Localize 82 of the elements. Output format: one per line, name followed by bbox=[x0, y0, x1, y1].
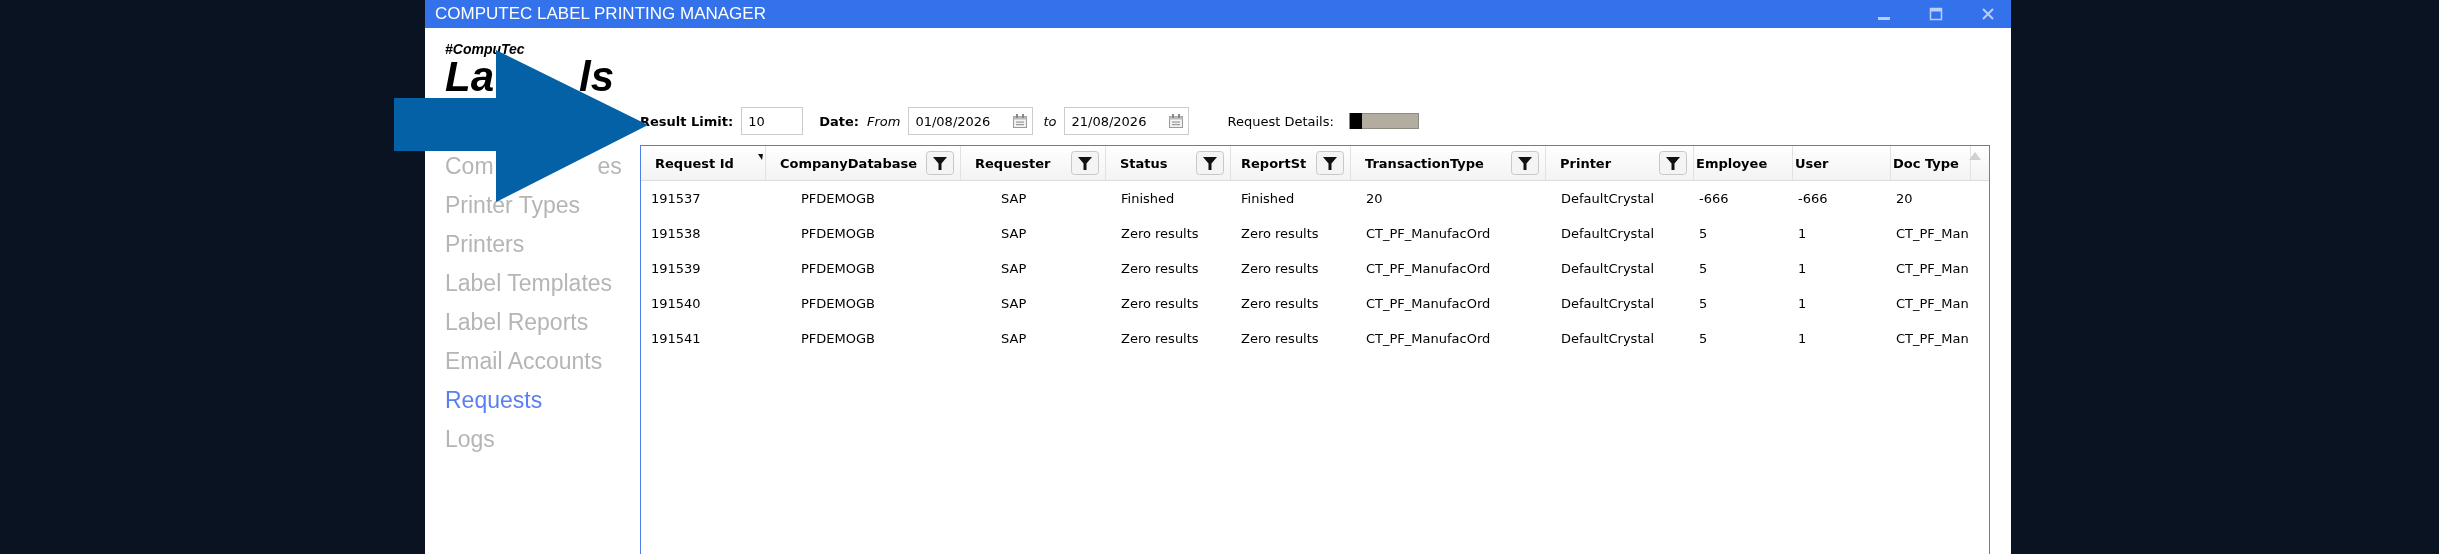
calendar-icon[interactable] bbox=[1168, 113, 1185, 129]
table-cell-text: PFDEMOGB bbox=[800, 226, 876, 241]
table-cell-text: Finished bbox=[1240, 191, 1296, 206]
filter-icon[interactable] bbox=[1511, 151, 1539, 175]
table-cell-text: 191539 bbox=[650, 261, 702, 276]
table-cell-text: CT_PF_ManufacOrd bbox=[1365, 296, 1492, 311]
table-cell-text: Zero results bbox=[1240, 331, 1320, 346]
table-cell-text: PFDEMOGB bbox=[800, 331, 876, 346]
table-cell-text: SAP bbox=[1000, 191, 1028, 206]
table-cell-text: -666 bbox=[1797, 191, 1829, 206]
table-cell-text: 191541 bbox=[650, 331, 702, 346]
column-header[interactable]: User bbox=[1793, 146, 1891, 180]
table-cell-text: DefaultCrystal bbox=[1560, 191, 1656, 206]
to-label: to bbox=[1043, 113, 1057, 129]
table-cell-text: DefaultCrystal bbox=[1560, 331, 1656, 346]
table-cell-text: CT_PF_Man bbox=[1895, 331, 1970, 346]
column-header[interactable]: CompanyDatabase bbox=[766, 146, 961, 180]
close-icon[interactable] bbox=[1981, 7, 1995, 21]
logo-title-end: ls bbox=[579, 57, 615, 97]
table-cell-text: 5 bbox=[1698, 261, 1709, 276]
filter-icon[interactable] bbox=[1316, 151, 1344, 175]
table-cell-text: 191540 bbox=[650, 296, 702, 311]
filter-icon[interactable] bbox=[1196, 151, 1224, 175]
request-details-label: Request Details: bbox=[1227, 113, 1334, 129]
column-header[interactable]: TransactionType bbox=[1351, 146, 1546, 180]
table-cell-text: SAP bbox=[1000, 226, 1028, 241]
table-cell-text: CT_PF_ManufacOrd bbox=[1365, 331, 1492, 346]
table-cell-text: 1 bbox=[1797, 261, 1808, 276]
table-cell-text: 1 bbox=[1797, 296, 1808, 311]
corner-mark-icon bbox=[758, 154, 763, 160]
column-header[interactable]: ReportSt bbox=[1231, 146, 1351, 180]
table-cell-text: SAP bbox=[1000, 261, 1028, 276]
from-label: From bbox=[866, 113, 901, 129]
table-cell-text: Zero results bbox=[1120, 261, 1200, 276]
table-cell-text: Zero results bbox=[1240, 226, 1320, 241]
table-cell-text: SAP bbox=[1000, 331, 1028, 346]
result-limit-field[interactable]: 10 bbox=[741, 107, 804, 135]
table-cell-text: 191537 bbox=[650, 191, 702, 206]
column-header[interactable]: Requester bbox=[961, 146, 1106, 180]
column-header[interactable]: Employee bbox=[1694, 146, 1793, 180]
table-cell-text: DefaultCrystal bbox=[1560, 226, 1656, 241]
table-cell-text: DefaultCrystal bbox=[1560, 296, 1656, 311]
table-cell-text: CT_PF_ManufacOrd bbox=[1365, 261, 1492, 276]
table-cell-text: Zero results bbox=[1120, 331, 1200, 346]
sidebar-item[interactable]: Requests bbox=[445, 381, 543, 420]
calendar-icon[interactable] bbox=[1012, 113, 1029, 129]
column-header[interactable]: Status bbox=[1106, 146, 1231, 180]
table-cell-text: Zero results bbox=[1120, 226, 1200, 241]
column-header[interactable]: Printer bbox=[1546, 146, 1694, 180]
table-cell-text: 5 bbox=[1698, 226, 1709, 241]
table-cell-text: SAP bbox=[1000, 296, 1028, 311]
table-cell-text: Finished bbox=[1120, 191, 1176, 206]
table-cell-text: 20 bbox=[1365, 191, 1384, 206]
table-cell-text: CT_PF_Man bbox=[1895, 296, 1970, 311]
request-details-toggle[interactable] bbox=[1348, 113, 1419, 129]
table-cell-text: CT_PF_ManufacOrd bbox=[1365, 226, 1492, 241]
table-cell-text: PFDEMOGB bbox=[800, 191, 876, 206]
table-cell-text: PFDEMOGB bbox=[800, 296, 876, 311]
filter-icon[interactable] bbox=[926, 151, 954, 175]
table-cell-text: Zero results bbox=[1120, 296, 1200, 311]
logo-title: La bbox=[445, 57, 494, 97]
filter-icon[interactable] bbox=[1659, 151, 1687, 175]
filter-icon[interactable] bbox=[1071, 151, 1099, 175]
table-cell-text: DefaultCrystal bbox=[1560, 261, 1656, 276]
table-cell-text: 1 bbox=[1797, 331, 1808, 346]
table-cell-text: CT_PF_Man bbox=[1895, 261, 1970, 276]
window-title: COMPUTEC LABEL PRINTING MANAGER bbox=[435, 4, 767, 24]
date-label: Date: bbox=[819, 113, 859, 129]
table-cell-text: Zero results bbox=[1240, 296, 1320, 311]
table-cell-text: CT_PF_Man bbox=[1895, 226, 1970, 241]
logo-tag: #CompuTec bbox=[445, 41, 640, 57]
table-cell-text: 5 bbox=[1698, 296, 1709, 311]
table-cell-text: 5 bbox=[1698, 331, 1709, 346]
date-field[interactable]: 21/08/2026 bbox=[1064, 107, 1190, 135]
maximize-icon[interactable] bbox=[1929, 7, 1943, 21]
table-cell-text: 20 bbox=[1895, 191, 1914, 206]
date-field[interactable]: 01/08/2026 bbox=[908, 107, 1034, 135]
table-cell-text: PFDEMOGB bbox=[800, 261, 876, 276]
table-cell-text: 1 bbox=[1797, 226, 1808, 241]
table-cell-text: Zero results bbox=[1240, 261, 1320, 276]
table-cell-text: 191538 bbox=[650, 226, 702, 241]
table-cell-text: -666 bbox=[1698, 191, 1730, 206]
